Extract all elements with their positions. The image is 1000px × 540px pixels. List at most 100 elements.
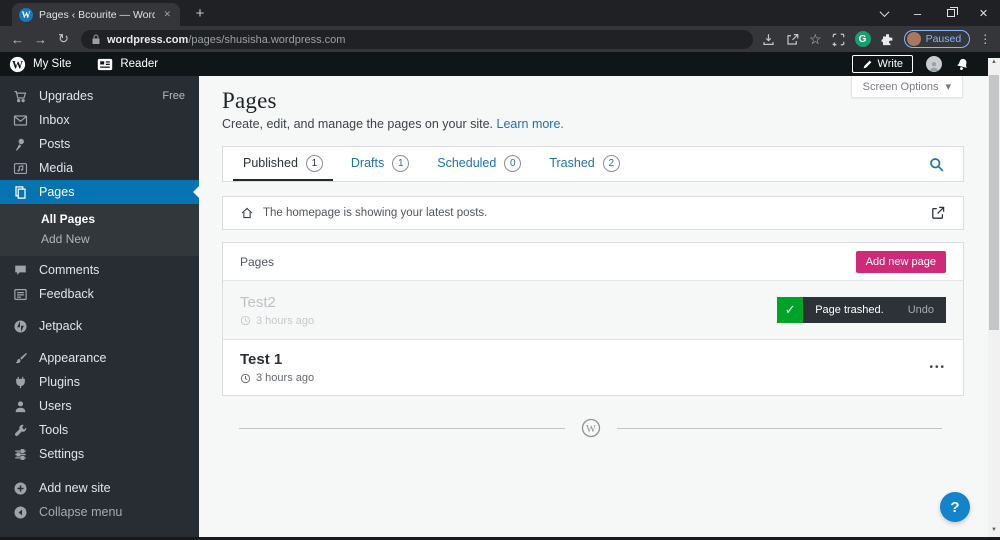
user-avatar[interactable] [926,56,942,72]
reader-label: Reader [120,58,159,70]
address-bar[interactable]: wordpress.com/pages/shusisha.wordpress.c… [81,29,753,49]
url-host: wordpress.com [107,34,189,46]
screenshot-icon[interactable] [831,32,846,47]
page-title: Pages [222,88,277,113]
my-site-link[interactable]: My Site [33,58,71,70]
window-controls: – ✕ [868,0,1000,26]
scheduled-count: 0 [504,154,522,172]
tab-title: Pages ‹ Bcourite — WordPress.co [39,8,156,21]
sidebar-item-all-pages[interactable]: All Pages [0,209,199,229]
svg-text:W: W [586,424,596,435]
sidebar-item-settings[interactable]: Settings [0,442,199,466]
add-new-page-button[interactable]: Add new page [855,250,946,273]
page-row-trashed[interactable]: Test2 3 hours ago ✓ Page trashed. Undo [223,281,963,339]
wordpress-pages-screen: W Pages ‹ Bcourite — WordPress.co ✕ + – … [0,0,1000,540]
scroll-down-icon[interactable]: ▼ [988,527,1000,533]
external-link-icon[interactable] [930,205,946,221]
minimize-button[interactable]: – [901,0,934,26]
sidebar-item-jetpack[interactable]: Jetpack [0,314,199,338]
page-row[interactable]: Test 1 3 hours ago ••• [223,339,963,395]
media-icon [12,160,29,177]
wordpress-logo-icon[interactable]: W [9,56,26,73]
sidebar-item-add-new-site[interactable]: Add new site [0,476,199,500]
upgrades-free-badge: Free [162,90,185,102]
close-window-button[interactable]: ✕ [967,0,1000,26]
plugin-icon [12,374,29,391]
new-tab-button[interactable]: + [188,0,212,26]
status-filter-tabs: Published 1 Drafts 1 Scheduled 0 Trashed… [222,146,964,182]
search-icon[interactable] [928,147,957,181]
toast-message: Page trashed. [815,304,884,316]
wp-masthead: W My Site Reader Write [0,52,1000,76]
download-icon[interactable] [761,32,776,47]
undo-button[interactable]: Undo [908,304,934,316]
page-row-title: Test 1 [240,351,283,368]
scroll-up-icon[interactable]: ▲ [988,59,1000,65]
sidebar-item-inbox[interactable]: Inbox [0,108,199,132]
profile-status: Paused [925,33,962,45]
reader-link[interactable]: Reader [97,58,158,71]
sidebar-item-tools[interactable]: Tools [0,418,199,442]
row-ellipsis-menu-icon[interactable]: ••• [929,362,946,373]
url-path: /pages/shusisha.wordpress.com [188,34,346,46]
tab-search-icon[interactable] [868,0,901,26]
tab-drafts[interactable]: Drafts 1 [341,147,419,181]
sidebar-label: Feedback [39,287,94,301]
sidebar-item-upgrades[interactable]: Upgrades Free [0,84,199,108]
page-row-meta: 3 hours ago [240,315,314,327]
brush-icon [12,350,29,367]
profile-pill[interactable]: Paused [903,30,971,48]
bookmark-star-icon[interactable]: ☆ [809,31,822,48]
screen-options-button[interactable]: Screen Options ▾ [850,76,963,98]
sidebar-item-users[interactable]: Users [0,394,199,418]
extensions-puzzle-icon[interactable] [880,32,895,47]
browser-menu-icon[interactable]: ⋮ [979,32,991,46]
sidebar-item-posts[interactable]: Posts [0,132,199,156]
sidebar-item-feedback[interactable]: Feedback [0,282,199,306]
pages-card-title: Pages [240,254,275,269]
sidebar-label: Settings [39,447,85,461]
tab-published[interactable]: Published 1 [233,147,333,181]
lock-icon [92,34,100,44]
page-subtitle: Create, edit, and manage the pages on yo… [222,117,564,131]
notifications-bell-icon[interactable] [953,55,971,73]
wordpress-footer-divider: W [239,418,942,438]
share-icon[interactable] [785,32,800,47]
sidebar-item-collapse-menu[interactable]: Collapse menu [0,500,199,524]
user-icon [12,398,29,415]
sidebar-label: Comments [39,263,100,277]
sidebar-item-pages[interactable]: Pages [0,180,199,204]
back-icon[interactable]: ← [6,32,29,47]
page-scrollbar[interactable]: ▲ ▼ [988,52,1000,537]
forward-icon[interactable]: → [29,32,52,47]
sidebar-item-comments[interactable]: Comments [0,258,199,282]
reload-icon[interactable]: ↻ [52,31,75,47]
sidebar-item-add-new[interactable]: Add New [0,229,199,249]
envelope-icon [12,112,29,129]
page-row-meta: 3 hours ago [240,372,314,384]
sidebar-item-appearance[interactable]: Appearance [0,346,199,370]
wordpress-favicon-icon: W [19,7,33,22]
help-button[interactable]: ? [940,492,970,522]
comments-icon [12,262,29,279]
restore-button[interactable] [934,0,967,26]
sidebar-label: Jetpack [39,319,83,333]
admin-sidebar: Upgrades Free Inbox Posts Media Pages Al… [0,76,199,537]
tab-close-icon[interactable]: ✕ [161,9,173,20]
tab-scheduled[interactable]: Scheduled 0 [427,147,531,181]
sidebar-item-plugins[interactable]: Plugins [0,370,199,394]
sidebar-item-media[interactable]: Media [0,156,199,180]
home-icon [241,207,253,219]
pencil-icon [863,60,871,68]
homepage-notice: The homepage is showing your latest post… [222,196,964,230]
write-button[interactable]: Write [851,55,913,73]
tab-trashed[interactable]: Trashed 2 [539,147,629,181]
sidebar-label: Upgrades [39,89,94,103]
browser-tab[interactable]: W Pages ‹ Bcourite — WordPress.co ✕ [12,3,180,26]
write-label: Write [877,58,903,70]
grammarly-icon[interactable]: G [854,31,871,47]
learn-more-link[interactable]: Learn more. [497,117,564,131]
sidebar-label: Posts [39,137,71,151]
scrollbar-thumb[interactable] [989,75,999,330]
trashed-count: 2 [602,154,620,172]
